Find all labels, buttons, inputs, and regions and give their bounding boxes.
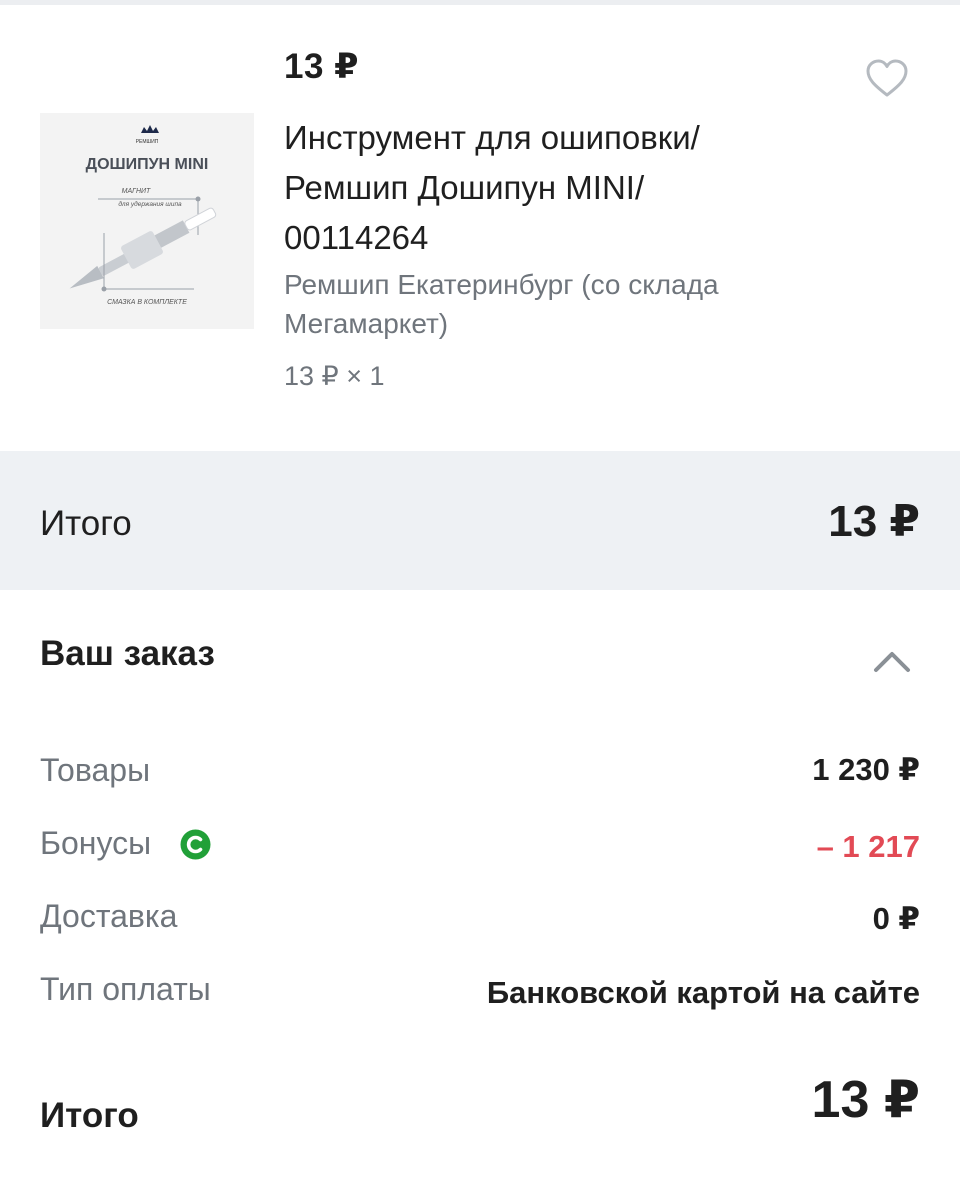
subtotal-label: Итого [40, 504, 132, 543]
row-delivery-label: Доставка [40, 898, 178, 934]
product-seller: Ремшип Екатеринбург (со склада Мегамарке… [284, 269, 719, 339]
row-payment-type-label: Тип оплаты [40, 971, 211, 1007]
row-bonuses-value: – 1 217 [816, 829, 920, 864]
image-callout-top: МАГНИТ [122, 188, 151, 195]
image-product-name: ДОШИПУН MINI [86, 156, 209, 173]
subtotal-band [0, 451, 960, 590]
product-quantity-line: 13 ₽ × 1 [284, 361, 385, 391]
grand-total-value: 13 ₽ [811, 1071, 920, 1129]
subtotal-value: 13 ₽ [828, 497, 920, 546]
order-summary-title: Ваш заказ [40, 634, 215, 673]
bonus-coin-icon [180, 829, 211, 860]
product-price: 13 ₽ [284, 47, 360, 86]
product-image-graphic: РЕМШИП ДОШИПУН MINI МАГНИТ для удержания… [40, 113, 254, 329]
image-brand: РЕМШИП [136, 139, 159, 145]
favorite-heart-icon[interactable] [864, 57, 910, 103]
row-goods-label: Товары [40, 752, 151, 788]
image-callout-bottom: СМАЗКА В КОМПЛЕКТЕ [107, 299, 187, 306]
image-callout-top-sub: для удержания шипа [118, 200, 182, 208]
grand-total-label: Итого [40, 1096, 139, 1135]
row-bonuses-label: Бонусы [40, 825, 152, 861]
row-goods-value: 1 230 ₽ [812, 752, 920, 787]
chevron-up-icon[interactable] [870, 642, 914, 678]
product-image[interactable]: РЕМШИП ДОШИПУН MINI МАГНИТ для удержания… [40, 113, 254, 329]
row-payment-type-value: Банковской картой на сайте [486, 975, 920, 1010]
cart-product-card: РЕМШИП ДОШИПУН MINI МАГНИТ для удержания… [0, 5, 960, 451]
row-delivery-value: 0 ₽ [872, 901, 920, 936]
product-title[interactable]: Инструмент для ошиповки/ Ремшип Дошипун … [284, 113, 844, 263]
